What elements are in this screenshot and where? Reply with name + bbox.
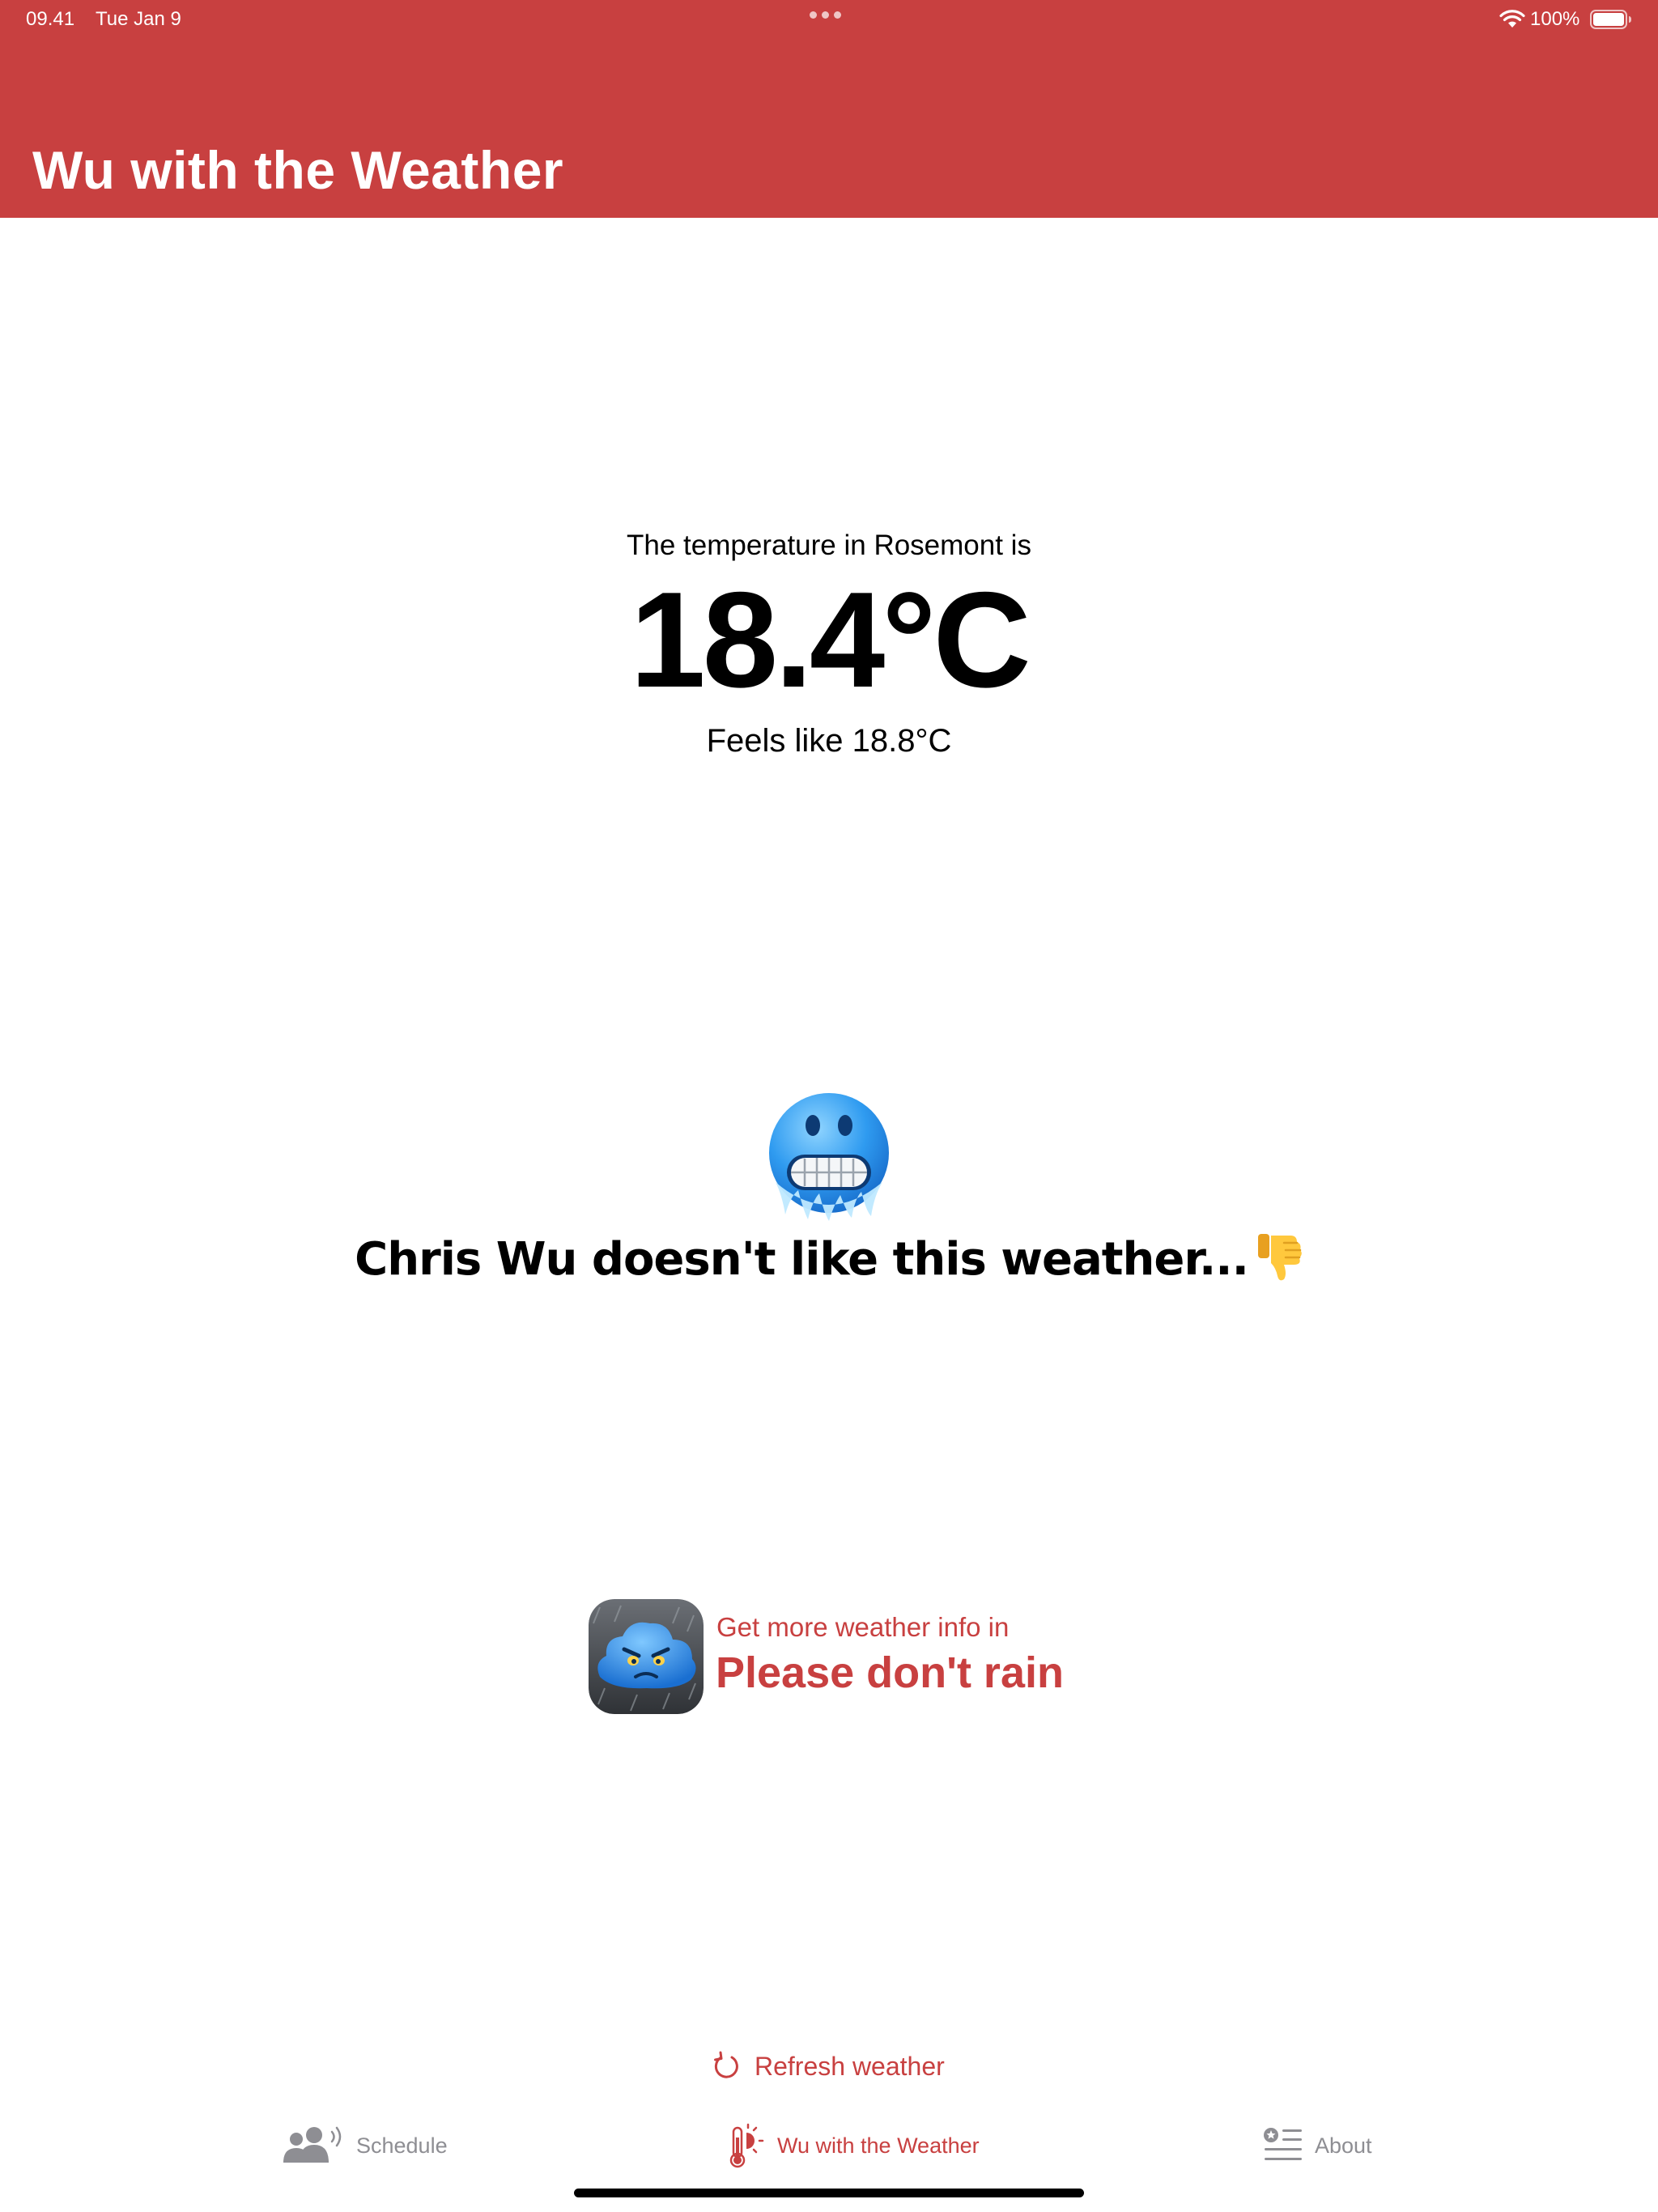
thumbs-down-icon xyxy=(1257,1234,1302,1281)
multitasking-dots-icon[interactable] xyxy=(810,11,841,19)
tab-schedule-label: Schedule xyxy=(356,2133,448,2158)
battery-icon xyxy=(1590,10,1631,29)
page-title: Wu with the Weather xyxy=(32,140,564,200)
tab-wu-with-the-weather[interactable]: Wu with the Weather xyxy=(727,2121,980,2170)
home-indicator[interactable] xyxy=(574,2189,1084,2197)
people-broadcast-icon xyxy=(283,2126,342,2163)
promo-caption: Get more weather info in xyxy=(716,1612,1010,1642)
status-time: 09.41 xyxy=(26,8,75,30)
tab-weather-label: Wu with the Weather xyxy=(777,2133,980,2158)
refresh-weather-button[interactable]: Refresh weather xyxy=(711,2048,945,2084)
refresh-weather-label: Refresh weather xyxy=(755,2051,945,2081)
angry-cloud-app-icon[interactable] xyxy=(589,1599,704,1714)
battery-percentage: 100% xyxy=(1530,8,1580,30)
tab-about[interactable]: About xyxy=(1263,2121,1372,2170)
list-star-icon xyxy=(1264,2128,1302,2160)
status-bar: 09.41 Tue Jan 9 100% xyxy=(0,0,1658,40)
verdict-text: Chris Wu doesn't like this weather... xyxy=(355,1233,1249,1286)
status-date: Tue Jan 9 xyxy=(96,8,181,30)
wifi-icon xyxy=(1499,10,1525,28)
temperature-value: 18.4°C xyxy=(630,564,1031,716)
tab-schedule[interactable]: Schedule xyxy=(282,2121,448,2170)
verdict-line: Chris Wu doesn't like this weather... xyxy=(0,1232,1658,1286)
promo-app-name[interactable]: Please don't rain xyxy=(716,1648,1064,1698)
thermometer-sun-icon xyxy=(729,2123,764,2168)
refresh-icon xyxy=(714,2051,738,2078)
cold-face-icon xyxy=(769,1093,889,1221)
header: 09.41 Tue Jan 9 100% Wu with the Weather xyxy=(0,0,1658,218)
promo-link[interactable]: Get more weather info in Please don't ra… xyxy=(589,1599,1139,1714)
temperature-caption: The temperature in Rosemont is xyxy=(627,530,1031,561)
tab-about-label: About xyxy=(1315,2133,1372,2158)
feels-like-text: Feels like 18.8°C xyxy=(706,723,952,759)
